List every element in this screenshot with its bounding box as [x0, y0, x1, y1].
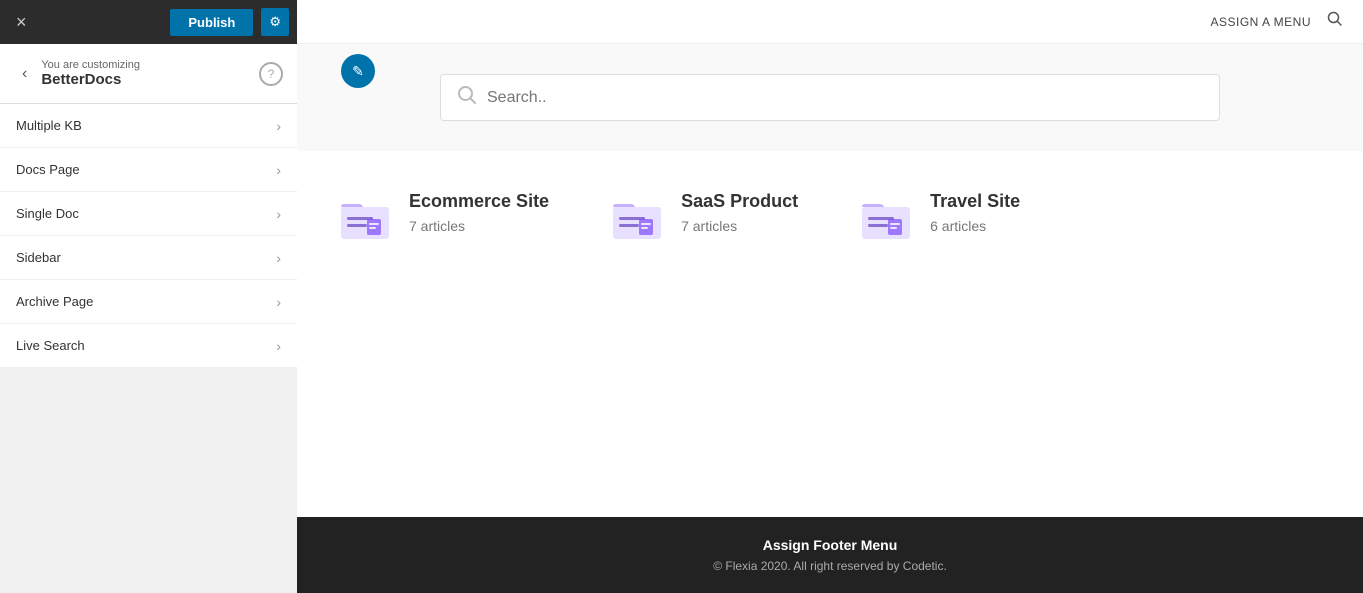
card-articles: 7 articles — [681, 218, 798, 234]
back-button[interactable]: ‹ — [14, 61, 35, 87]
toolbar: × Publish ⚙ — [0, 0, 297, 44]
customizing-label: You are customizing — [41, 59, 259, 71]
footer-title: Assign Footer Menu — [317, 537, 1343, 553]
folder-icon — [337, 191, 393, 247]
customizing-text: You are customizing BetterDocs — [41, 59, 259, 88]
menu-item-label: Single Doc — [16, 206, 79, 221]
menu-list: Multiple KB›Docs Page›Single Doc›Sidebar… — [0, 104, 297, 593]
search-section — [297, 44, 1363, 151]
menu-item-sidebar[interactable]: Sidebar › — [0, 236, 297, 280]
menu-item-label: Live Search — [16, 338, 85, 353]
card-articles: 6 articles — [930, 218, 1020, 234]
card-ecommerce[interactable]: Ecommerce Site 7 articles — [337, 191, 549, 477]
close-button[interactable]: × — [8, 8, 35, 37]
customizing-header: ‹ You are customizing BetterDocs ? — [0, 44, 297, 104]
settings-button[interactable]: ⚙ — [261, 8, 289, 36]
chevron-right-icon: › — [276, 162, 281, 178]
customizing-title: BetterDocs — [41, 71, 259, 88]
search-icon — [457, 85, 477, 110]
assign-menu-link[interactable]: ASSIGN A MENU — [1210, 15, 1311, 29]
menu-item-label: Docs Page — [16, 162, 80, 177]
search-nav-icon[interactable] — [1327, 11, 1343, 32]
card-title: SaaS Product — [681, 191, 798, 212]
folder-icon — [858, 191, 914, 247]
menu-item-docs-page[interactable]: Docs Page › — [0, 148, 297, 192]
menu-item-archive-page[interactable]: Archive Page › — [0, 280, 297, 324]
card-title: Travel Site — [930, 191, 1020, 212]
menu-item-live-search[interactable]: Live Search › — [0, 324, 297, 368]
cards-section: Ecommerce Site 7 articles SaaS Product 7… — [297, 151, 1363, 517]
search-input[interactable] — [487, 89, 1203, 107]
pencil-icon: ✎ — [352, 63, 364, 80]
right-panel: ✎ ASSIGN A MENU — [297, 0, 1363, 593]
chevron-right-icon: › — [276, 206, 281, 222]
chevron-right-icon: › — [276, 118, 281, 134]
edit-button[interactable]: ✎ — [341, 54, 375, 88]
menu-item-single-doc[interactable]: Single Doc › — [0, 192, 297, 236]
main-content: Ecommerce Site 7 articles SaaS Product 7… — [297, 44, 1363, 593]
help-button[interactable]: ? — [259, 62, 283, 86]
card-articles: 7 articles — [409, 218, 549, 234]
top-nav: ASSIGN A MENU — [297, 0, 1363, 44]
left-panel: × Publish ⚙ ‹ You are customizing Better… — [0, 0, 297, 593]
publish-button[interactable]: Publish — [170, 9, 253, 36]
menu-item-label: Multiple KB — [16, 118, 82, 133]
menu-item-multiple-kb[interactable]: Multiple KB › — [0, 104, 297, 148]
chevron-right-icon: › — [276, 338, 281, 354]
footer-copyright: © Flexia 2020. All right reserved by Cod… — [317, 559, 1343, 573]
card-travel[interactable]: Travel Site 6 articles — [858, 191, 1020, 477]
menu-item-label: Sidebar — [16, 250, 61, 265]
footer: Assign Footer Menu © Flexia 2020. All ri… — [297, 517, 1363, 593]
folder-icon — [609, 191, 665, 247]
menu-item-label: Archive Page — [16, 294, 93, 309]
card-saas[interactable]: SaaS Product 7 articles — [609, 191, 798, 477]
card-title: Ecommerce Site — [409, 191, 549, 212]
chevron-right-icon: › — [276, 250, 281, 266]
chevron-right-icon: › — [276, 294, 281, 310]
search-box — [440, 74, 1220, 121]
